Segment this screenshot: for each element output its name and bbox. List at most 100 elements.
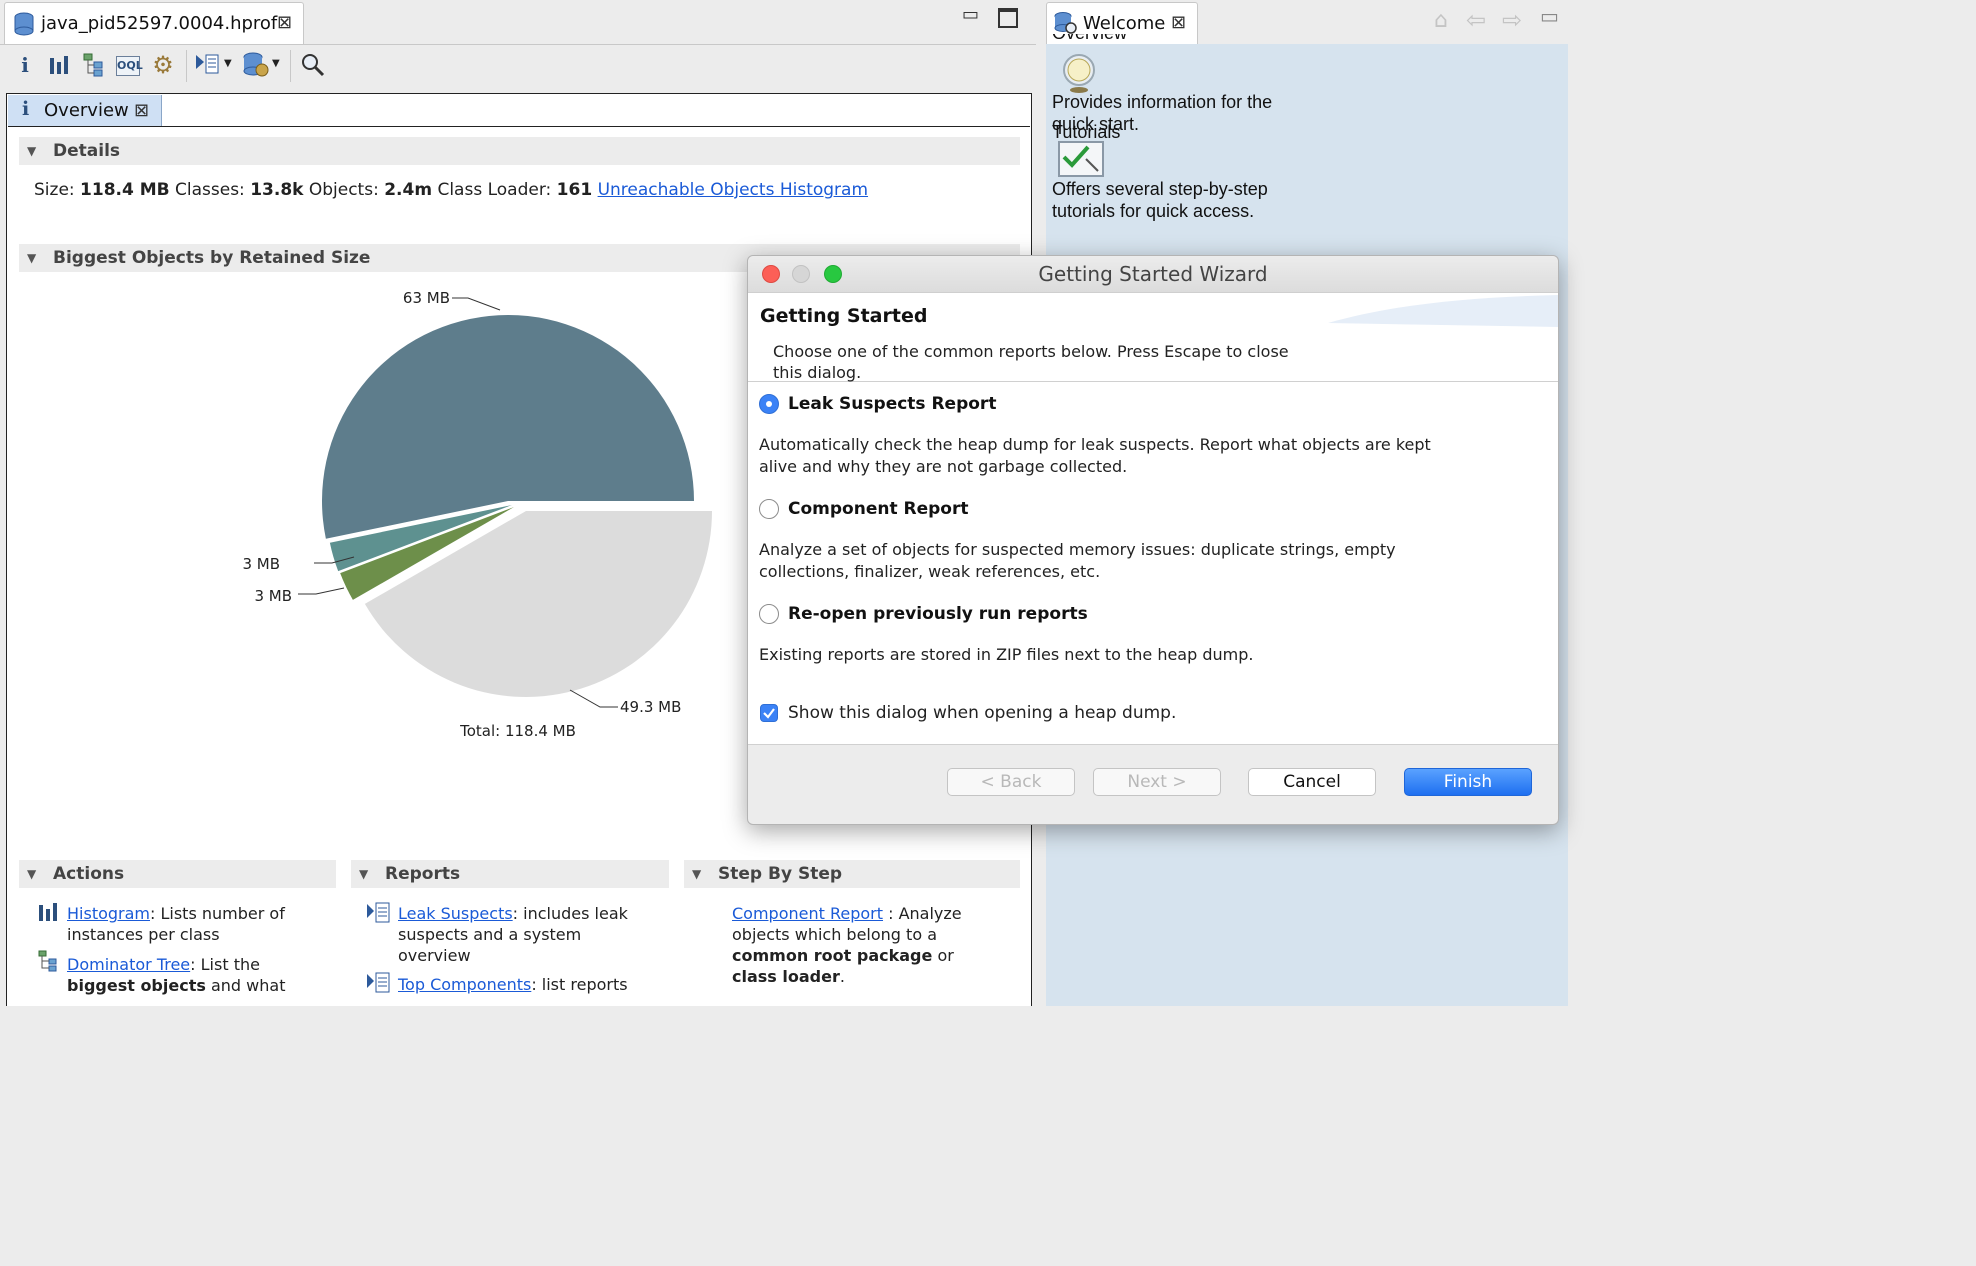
cancel-button[interactable]: Cancel bbox=[1248, 768, 1376, 796]
action-text: : List the bbox=[190, 955, 260, 974]
action-text: instances per class bbox=[67, 925, 220, 944]
option-desc-text: Automatically check the heap dump for le… bbox=[759, 435, 1431, 454]
step-text: or bbox=[937, 946, 954, 965]
histogram-icon[interactable] bbox=[48, 54, 70, 76]
welcome-icon bbox=[1054, 12, 1077, 34]
minimize-icon[interactable]: ▭ bbox=[1540, 4, 1559, 28]
editor-tab-label: java_pid52597.0004.hprof bbox=[41, 13, 278, 34]
chevron-down-icon[interactable]: ▼ bbox=[272, 58, 280, 69]
info-icon: i bbox=[22, 98, 30, 120]
details-summary: Size: 118.4 MB Classes: 13.8k Objects: 2… bbox=[34, 180, 868, 200]
leak-suspects-desc: Automatically check the heap dump for le… bbox=[759, 434, 1431, 478]
show-dialog-checkbox[interactable] bbox=[760, 704, 778, 722]
run-report-icon[interactable] bbox=[194, 53, 220, 77]
info-icon[interactable]: i bbox=[12, 52, 38, 78]
step-text-bold: class loader bbox=[732, 967, 840, 986]
reopen-reports-radio[interactable] bbox=[759, 604, 779, 624]
tab-divider bbox=[8, 126, 1030, 127]
pie-slice-label: 49.3 MB bbox=[620, 698, 681, 716]
collapse-triangle-icon[interactable]: ▼ bbox=[27, 860, 36, 888]
dominator-tree-link[interactable]: Dominator Tree bbox=[67, 955, 190, 974]
welcome-tutorials-desc: Offers several step-by-step tutorials fo… bbox=[1052, 178, 1268, 222]
collapse-triangle-icon[interactable]: ▼ bbox=[27, 244, 36, 272]
report-leak-suspects: Leak Suspects: includes leak suspects an… bbox=[398, 903, 628, 966]
welcome-text: tutorials for quick access. bbox=[1052, 201, 1255, 221]
collapse-triangle-icon[interactable]: ▼ bbox=[692, 860, 701, 888]
section-title: Details bbox=[53, 141, 121, 161]
leak-suspects-radio[interactable] bbox=[759, 394, 779, 414]
pie-slice-label: 3 MB bbox=[242, 555, 280, 573]
collapse-triangle-icon[interactable]: ▼ bbox=[359, 860, 368, 888]
close-icon[interactable]: ⊠ bbox=[1171, 12, 1186, 33]
histogram-icon bbox=[39, 903, 57, 921]
header-decoration bbox=[1328, 295, 1558, 327]
report-text: : includes leak bbox=[512, 904, 628, 923]
getting-started-dialog: Getting Started Wizard Getting Started C… bbox=[747, 255, 1559, 825]
next-button[interactable]: Next > bbox=[1093, 768, 1221, 796]
home-icon[interactable]: ⌂ bbox=[1434, 8, 1448, 33]
pie-total-label: Total: 118.4 MB bbox=[459, 722, 576, 740]
objects-label: Objects: bbox=[308, 180, 379, 200]
back-button[interactable]: < Back bbox=[947, 768, 1075, 796]
objects-value: 2.4m bbox=[384, 180, 433, 200]
intro-text: Choose one of the common reports below. … bbox=[773, 342, 1289, 361]
welcome-tutorials-heading[interactable]: Tutorials bbox=[1052, 121, 1120, 143]
unreachable-objects-link[interactable]: Unreachable Objects Histogram bbox=[598, 180, 868, 200]
component-report-desc: Analyze a set of objects for suspected m… bbox=[759, 539, 1396, 583]
welcome-overview-heading[interactable]: Overview bbox=[1052, 34, 1127, 43]
component-report-label[interactable]: Component Report bbox=[788, 499, 968, 519]
histogram-link[interactable]: Histogram bbox=[67, 904, 150, 923]
retained-size-pie-chart: 63 MB 3 MB 3 MB 49.3 MB Total: 118.4 MB bbox=[242, 289, 712, 740]
reopen-reports-label[interactable]: Re-open previously run reports bbox=[788, 604, 1088, 624]
gear-icon[interactable]: ⚙ bbox=[150, 52, 176, 78]
pie-leader-line bbox=[298, 587, 345, 595]
forward-arrow-icon[interactable]: ⇨ bbox=[1502, 6, 1522, 34]
dominator-tree-icon[interactable] bbox=[82, 52, 108, 78]
maximize-icon[interactable] bbox=[998, 8, 1018, 28]
step-component-report: Component Report : Analyze objects which… bbox=[732, 903, 962, 987]
class-loader-value: 161 bbox=[556, 180, 593, 200]
intro-text: this dialog. bbox=[773, 363, 862, 382]
class-loader-label: Class Loader: bbox=[437, 180, 552, 200]
top-components-link[interactable]: Top Components bbox=[398, 975, 531, 994]
editor-tab-hprof[interactable]: java_pid52597.0004.hprof ⊠ bbox=[4, 2, 304, 44]
finish-button[interactable]: Finish bbox=[1404, 768, 1532, 796]
section-title: Actions bbox=[53, 864, 125, 884]
pie-slice bbox=[322, 315, 694, 539]
component-report-radio[interactable] bbox=[759, 499, 779, 519]
leak-suspects-label[interactable]: Leak Suspects Report bbox=[788, 394, 996, 414]
section-actions[interactable]: ▼ Actions bbox=[19, 860, 336, 888]
section-step-by-step[interactable]: ▼ Step By Step bbox=[684, 860, 1020, 888]
report-icon bbox=[367, 902, 390, 923]
collapse-triangle-icon[interactable]: ▼ bbox=[27, 137, 36, 165]
section-details[interactable]: ▼ Details bbox=[19, 137, 1020, 165]
dominator-tree-icon bbox=[38, 950, 57, 972]
back-arrow-icon[interactable]: ⇦ bbox=[1466, 6, 1486, 34]
minimize-icon[interactable]: ▭ bbox=[962, 4, 979, 25]
action-text: and what bbox=[210, 976, 286, 995]
oql-icon[interactable]: OQL bbox=[116, 56, 143, 76]
search-icon[interactable] bbox=[300, 52, 326, 78]
overview-magnifier-icon[interactable] bbox=[1060, 52, 1100, 94]
tab-overview[interactable]: i Overview ⊠ bbox=[8, 95, 162, 127]
dialog-body: Leak Suspects Report Automatically check… bbox=[748, 382, 1558, 745]
welcome-overview-heading-container: Overview bbox=[1052, 34, 1127, 48]
close-icon[interactable]: ⊠ bbox=[134, 100, 149, 121]
close-icon[interactable]: ⊠ bbox=[277, 12, 292, 33]
component-report-link[interactable]: Component Report bbox=[732, 904, 883, 923]
toolbar-separator bbox=[186, 50, 187, 82]
pie-slice-label: 63 MB bbox=[403, 289, 450, 307]
section-title: Step By Step bbox=[718, 864, 843, 884]
option-desc-text: collections, finalizer, weak references,… bbox=[759, 562, 1101, 581]
section-reports[interactable]: ▼ Reports bbox=[351, 860, 669, 888]
dialog-titlebar[interactable]: Getting Started Wizard bbox=[748, 256, 1558, 293]
report-icon bbox=[367, 972, 390, 993]
tutorials-icon[interactable] bbox=[1058, 141, 1104, 177]
step-text: objects which belong to a bbox=[732, 925, 937, 944]
pie-slice-label: 3 MB bbox=[254, 587, 292, 605]
show-dialog-label[interactable]: Show this dialog when opening a heap dum… bbox=[788, 703, 1176, 723]
leak-suspects-link[interactable]: Leak Suspects bbox=[398, 904, 513, 923]
chevron-down-icon[interactable]: ▼ bbox=[224, 58, 232, 69]
report-text: overview bbox=[398, 946, 471, 965]
heap-dump-menu-icon[interactable] bbox=[242, 52, 270, 78]
